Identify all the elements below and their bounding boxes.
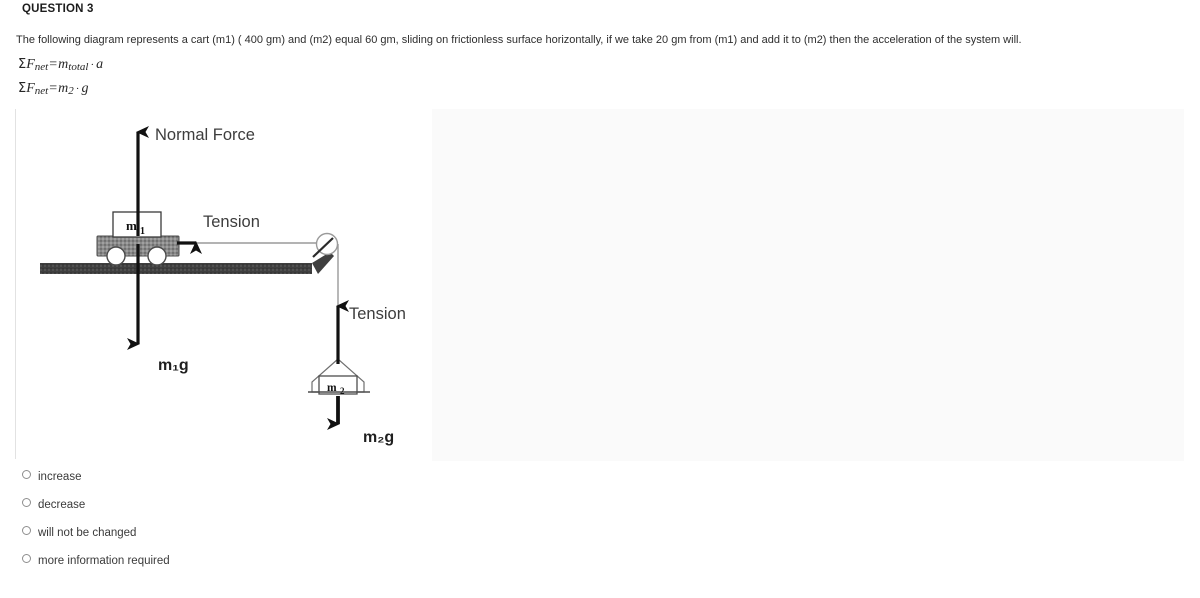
formula-multiply-dot: ·	[90, 59, 95, 71]
radio-decrease[interactable]	[22, 498, 31, 507]
option-row-more-information-required[interactable]: more information required	[0, 550, 400, 578]
radio-more-information-required[interactable]	[22, 554, 31, 563]
sigma-symbol: Σ	[18, 81, 27, 96]
option-row-will-not-be-changed[interactable]: will not be changed	[0, 522, 400, 550]
formula-rhs-subscript: total	[68, 60, 89, 73]
formula-tail: g	[81, 81, 89, 96]
formula-rhs: m	[58, 57, 69, 72]
question-stem: The following diagram represents a cart …	[16, 34, 1022, 46]
option-label-will-not-be-changed: will not be changed	[38, 527, 137, 539]
mass-m1-subscript: 1	[140, 226, 145, 237]
formula-rhs: m	[58, 81, 69, 96]
radio-increase[interactable]	[22, 470, 31, 479]
formula-rhs-subscript: 2	[68, 84, 74, 97]
formula-equals: =	[49, 57, 58, 72]
free-body-diagram-svg: Normal Force Tension Tension m₁g m₂g m 1…	[40, 126, 406, 446]
formula-f: F	[26, 57, 35, 72]
hanging-weight-label: m₂g	[363, 429, 394, 446]
cart-weight-label: m₁g	[158, 357, 189, 374]
formula-tail: a	[96, 57, 104, 72]
answer-options-group: increase decrease will not be changed mo…	[0, 466, 400, 578]
formula-line-2: ΣFnet=m2 · g	[18, 81, 88, 97]
option-label-decrease: decrease	[38, 499, 86, 511]
normal-force-label: Normal Force	[155, 126, 255, 144]
physics-diagram: Normal Force Tension Tension m₁g m₂g m 1…	[0, 104, 1200, 461]
option-label-increase: increase	[38, 471, 82, 483]
mass-m2-subscript: 2	[340, 386, 345, 396]
option-label-more-information-required: more information required	[38, 555, 170, 567]
formula-f-subscript: net	[34, 84, 49, 97]
sigma-symbol: Σ	[18, 57, 27, 72]
option-row-increase[interactable]: increase	[0, 466, 400, 494]
mass-m2-label: m	[327, 382, 337, 394]
formula-line-1: ΣFnet=mtotal · a	[18, 57, 103, 73]
formula-equals: =	[49, 81, 58, 96]
frictionless-surface	[40, 263, 312, 274]
formula-f: F	[26, 81, 35, 96]
cart-wheel-front	[147, 246, 167, 266]
formula-f-subscript: net	[34, 60, 49, 73]
question-header: QUESTION 3	[22, 3, 94, 15]
radio-will-not-be-changed[interactable]	[22, 526, 31, 535]
tension-vertical-label: Tension	[349, 305, 406, 323]
option-row-decrease[interactable]: decrease	[0, 494, 400, 522]
cart-wheel-rear	[106, 246, 126, 266]
mass-m1-label: m	[126, 218, 137, 233]
tension-horizontal-label: Tension	[203, 213, 260, 231]
